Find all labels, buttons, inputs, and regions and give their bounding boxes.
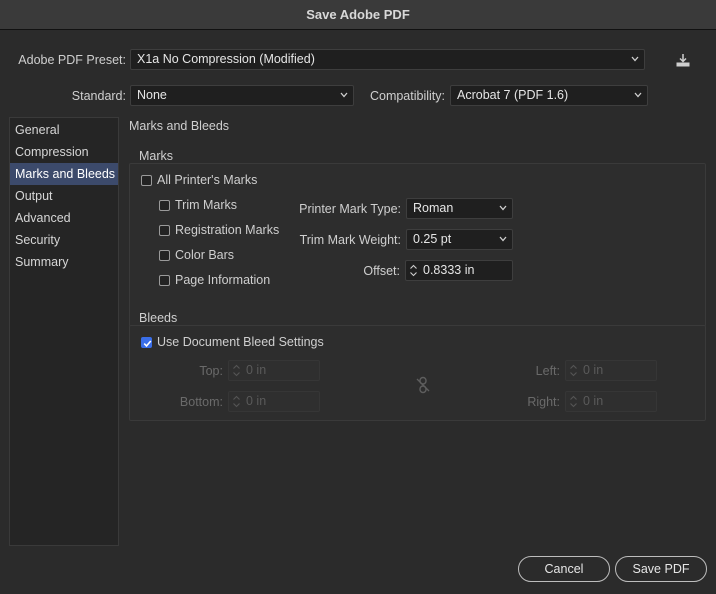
- title-bar: Save Adobe PDF: [0, 0, 716, 30]
- chevron-down-icon: [340, 92, 348, 99]
- link-broken-icon[interactable]: [415, 376, 435, 396]
- preset-value: X1a No Compression (Modified): [137, 52, 315, 66]
- stepper-arrows-icon: [569, 363, 578, 378]
- sidebar-item-security[interactable]: Security: [10, 229, 118, 251]
- standard-value: None: [137, 88, 167, 102]
- all-printers-marks-label: All Printer's Marks: [157, 173, 258, 187]
- use-document-bleed-checkbox[interactable]: [141, 337, 152, 348]
- trim-mark-weight-select[interactable]: 0.25 pt: [406, 229, 513, 250]
- bleed-bottom-stepper[interactable]: 0 in: [228, 391, 320, 412]
- bleed-top-value: 0 in: [246, 363, 267, 377]
- sidebar-item-compression[interactable]: Compression: [10, 141, 118, 163]
- bleed-top-label: Top:: [199, 364, 223, 378]
- bleeds-group-title: Bleeds: [139, 311, 178, 325]
- cancel-button[interactable]: Cancel: [518, 556, 610, 582]
- save-pdf-button[interactable]: Save PDF: [615, 556, 707, 582]
- save-preset-icon[interactable]: [674, 51, 694, 71]
- trim-marks-label: Trim Marks: [175, 198, 238, 212]
- dialog-body: Adobe PDF Preset: X1a No Compression (Mo…: [0, 30, 716, 594]
- offset-value[interactable]: 0.8333 in: [423, 261, 474, 280]
- marks-group-title: Marks: [139, 149, 174, 163]
- trim-mark-weight-value: 0.25 pt: [413, 232, 452, 246]
- bleed-top-stepper[interactable]: 0 in: [228, 360, 320, 381]
- color-bars-label: Color Bars: [175, 248, 235, 262]
- standard-select[interactable]: None: [130, 85, 354, 106]
- bleed-left-label: Left:: [535, 364, 560, 378]
- offset-label: Offset:: [363, 264, 400, 278]
- preset-select[interactable]: X1a No Compression (Modified): [130, 49, 645, 70]
- bleed-bottom-value: 0 in: [246, 394, 267, 408]
- bleed-right-value: 0 in: [583, 394, 604, 408]
- offset-stepper[interactable]: 0.8333 in: [405, 260, 513, 281]
- sidebar-item-advanced[interactable]: Advanced: [10, 207, 118, 229]
- stepper-arrows-icon[interactable]: [409, 263, 418, 278]
- bleed-right-stepper[interactable]: 0 in: [565, 391, 657, 412]
- bleed-bottom-label: Bottom:: [179, 395, 223, 409]
- sidebar-item-marks-and-bleeds[interactable]: Marks and Bleeds: [10, 163, 118, 185]
- preset-label: Adobe PDF Preset:: [18, 53, 126, 67]
- chevron-down-icon: [499, 236, 507, 243]
- color-bars-checkbox[interactable]: [159, 250, 170, 261]
- bleed-right-label: Right:: [527, 395, 560, 409]
- compatibility-select[interactable]: Acrobat 7 (PDF 1.6): [450, 85, 648, 106]
- bleed-left-stepper[interactable]: 0 in: [565, 360, 657, 381]
- stepper-arrows-icon: [569, 394, 578, 409]
- printer-mark-type-label: Printer Mark Type:: [299, 202, 401, 216]
- chevron-down-icon: [499, 205, 507, 212]
- sidebar-item-general[interactable]: General: [10, 119, 118, 141]
- window-title: Save Adobe PDF: [306, 7, 410, 22]
- registration-marks-label: Registration Marks: [175, 223, 280, 237]
- page-information-checkbox[interactable]: [159, 275, 170, 286]
- all-printers-marks-checkbox[interactable]: [141, 175, 152, 186]
- panel-title: Marks and Bleeds: [129, 119, 230, 133]
- sidebar-item-summary[interactable]: Summary: [10, 251, 118, 273]
- trim-marks-checkbox[interactable]: [159, 200, 170, 211]
- printer-mark-type-select[interactable]: Roman: [406, 198, 513, 219]
- category-sidebar: General Compression Marks and Bleeds Out…: [9, 117, 119, 546]
- trim-mark-weight-label: Trim Mark Weight:: [299, 233, 401, 247]
- printer-mark-type-value: Roman: [413, 201, 454, 215]
- chevron-down-icon: [634, 92, 642, 99]
- compatibility-value: Acrobat 7 (PDF 1.6): [457, 88, 569, 102]
- registration-marks-checkbox[interactable]: [159, 225, 170, 236]
- use-document-bleed-label: Use Document Bleed Settings: [157, 335, 324, 349]
- stepper-arrows-icon: [232, 363, 241, 378]
- page-information-label: Page Information: [175, 273, 271, 287]
- sidebar-item-output[interactable]: Output: [10, 185, 118, 207]
- bleed-left-value: 0 in: [583, 363, 604, 377]
- standard-label: Standard:: [71, 89, 126, 103]
- compatibility-label: Compatibility:: [369, 89, 445, 103]
- stepper-arrows-icon: [232, 394, 241, 409]
- chevron-down-icon: [631, 56, 639, 63]
